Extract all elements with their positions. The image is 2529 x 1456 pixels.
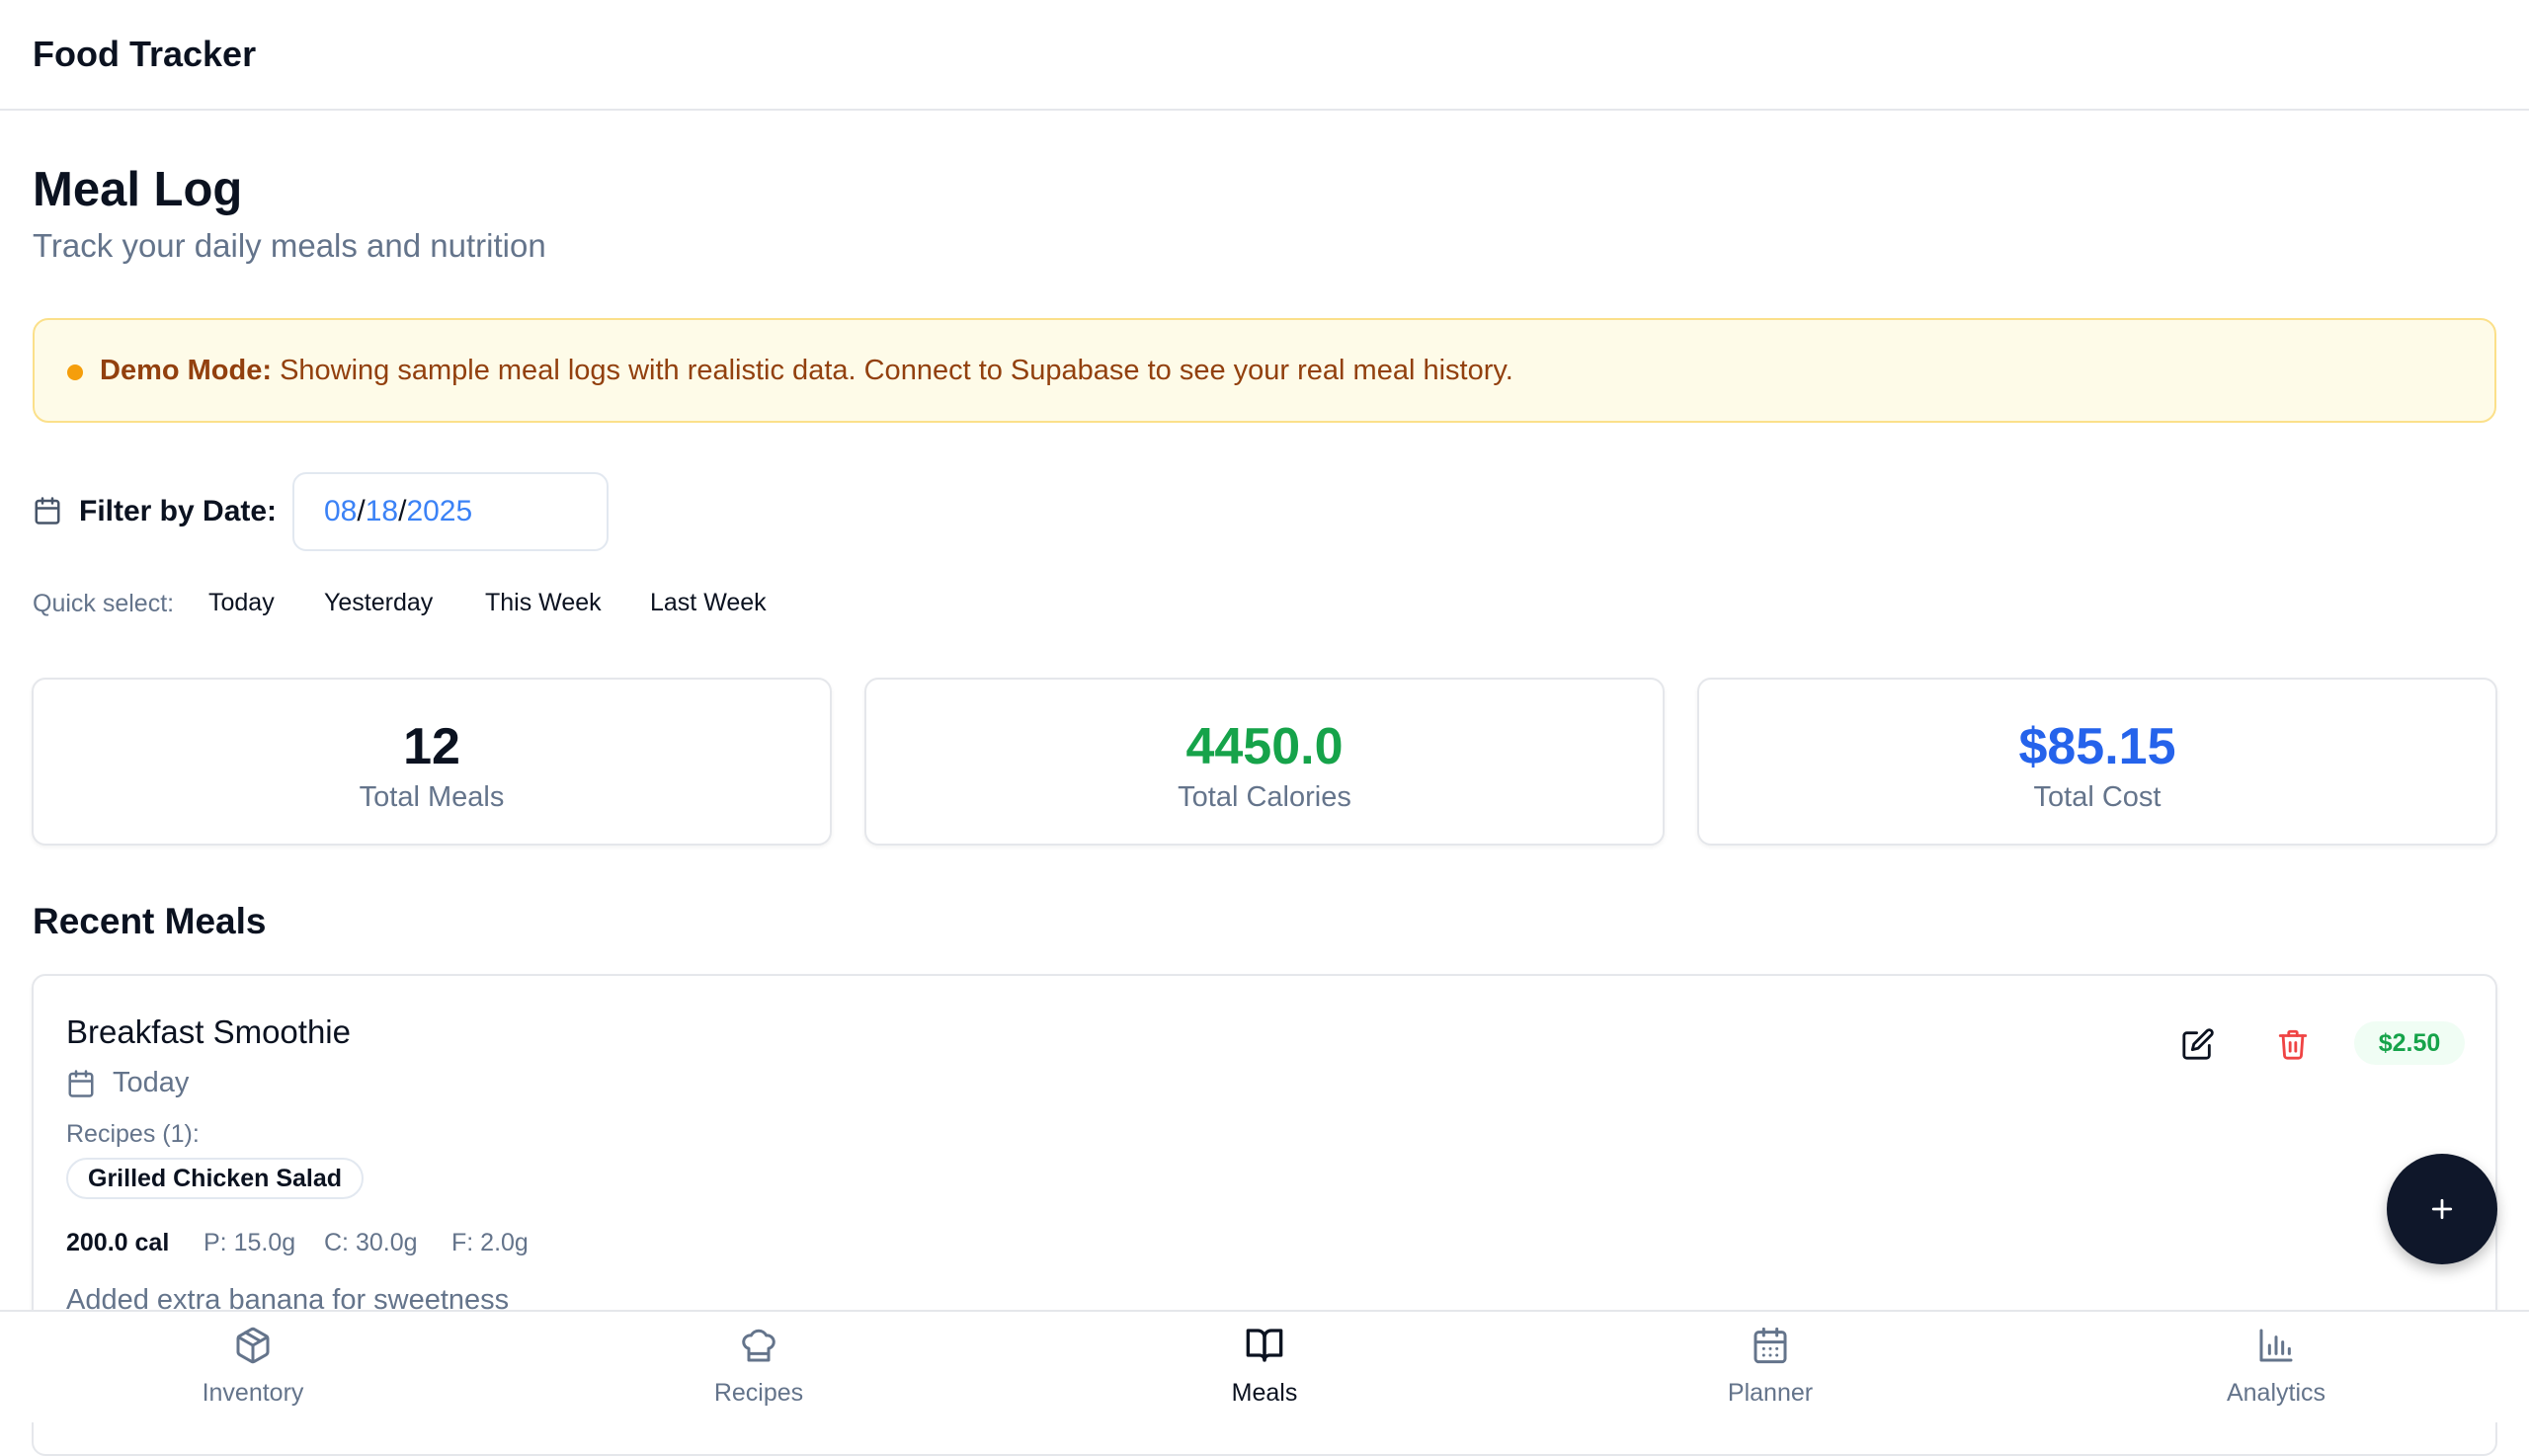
stat-value: $85.15 (2018, 718, 2176, 775)
calendar-icon (35, 497, 60, 525)
add-meal-button[interactable] (2387, 1154, 2497, 1264)
stat-card-total-calories: 4450.0 Total Calories (864, 678, 1665, 846)
filter-label: Filter by Date: (79, 495, 278, 527)
edit-icon[interactable] (2181, 1027, 2215, 1061)
page-title: Meal Log (33, 163, 243, 216)
nav-item-analytics[interactable]: Analytics (2023, 1312, 2529, 1424)
stat-value: 12 (403, 718, 460, 775)
nav-label: Planner (1727, 1379, 1814, 1407)
nav-item-meals[interactable]: Meals (1012, 1312, 1517, 1424)
package-icon (236, 1327, 270, 1364)
stat-card-total-cost: $85.15 Total Cost (1697, 678, 2497, 846)
recipe-chip: Grilled Chicken Salad (66, 1158, 365, 1199)
banner-label: Demo Mode: (100, 355, 272, 386)
nav-item-recipes[interactable]: Recipes (506, 1312, 1012, 1424)
meal-name: Breakfast Smoothie (66, 1013, 351, 1050)
quick-select-last-week-button[interactable]: Last Week (650, 589, 767, 617)
quick-select-this-week-button[interactable]: This Week (485, 589, 602, 617)
meal-fat: F: 2.0g (451, 1229, 529, 1256)
meal-carbs: C: 30.0g (324, 1229, 418, 1256)
nav-item-inventory[interactable]: Inventory (0, 1312, 506, 1424)
trash-icon[interactable] (2276, 1027, 2310, 1061)
nav-label: Recipes (713, 1379, 804, 1407)
bar-chart-icon (2259, 1329, 2293, 1362)
stat-label: Total Cost (2033, 781, 2162, 813)
stat-label: Total Meals (359, 781, 505, 813)
date-filter-input[interactable]: 08/18/2025 (292, 472, 609, 551)
status-dot-icon (67, 364, 83, 380)
meal-calories: 200.0 cal (66, 1229, 170, 1256)
demo-mode-banner: Demo Mode: Showing sample meal logs with… (33, 318, 2496, 423)
nav-item-planner[interactable]: Planner (1517, 1312, 2023, 1424)
stat-card-total-meals: 12 Total Meals (32, 678, 832, 846)
plus-icon (2431, 1198, 2453, 1220)
page-subtitle: Track your daily meals and nutrition (33, 227, 546, 264)
nav-label: Analytics (2226, 1379, 2326, 1407)
banner-text: Showing sample meal logs with realistic … (280, 355, 1513, 386)
recipes-label: Recipes (1): (66, 1120, 200, 1148)
meal-date: Today (113, 1067, 190, 1098)
section-title-recent-meals: Recent Meals (33, 901, 267, 941)
date-month[interactable]: 08 (324, 495, 357, 527)
app-title: Food Tracker (33, 34, 257, 74)
date-year[interactable]: 2025 (406, 495, 472, 527)
top-bar: Food Tracker (0, 0, 2529, 111)
chef-hat-icon (742, 1329, 775, 1362)
banner-message: Demo Mode: Showing sample meal logs with… (100, 355, 1513, 387)
stat-label: Total Calories (1178, 781, 1351, 813)
calendar-icon (68, 1070, 94, 1097)
quick-select-label: Quick select: (33, 590, 175, 617)
bottom-nav: Inventory Recipes Meals Planner Analytic… (0, 1310, 2529, 1422)
date-separator: / (357, 495, 366, 527)
meal-protein: P: 15.0g (204, 1229, 296, 1256)
meal-card: Breakfast Smoothie Today Recipes (1): Gr… (32, 974, 2497, 1351)
meal-cost-badge: $2.50 (2354, 1021, 2465, 1065)
calendar-icon (1754, 1327, 1787, 1364)
stat-value: 4450.0 (1185, 718, 1344, 775)
book-open-icon (1246, 1329, 1283, 1362)
nav-label: Inventory (202, 1379, 304, 1407)
nav-label: Meals (1231, 1379, 1298, 1407)
date-day[interactable]: 18 (366, 495, 398, 527)
quick-select-yesterday-button[interactable]: Yesterday (324, 589, 433, 617)
quick-select-today-button[interactable]: Today (208, 589, 275, 617)
